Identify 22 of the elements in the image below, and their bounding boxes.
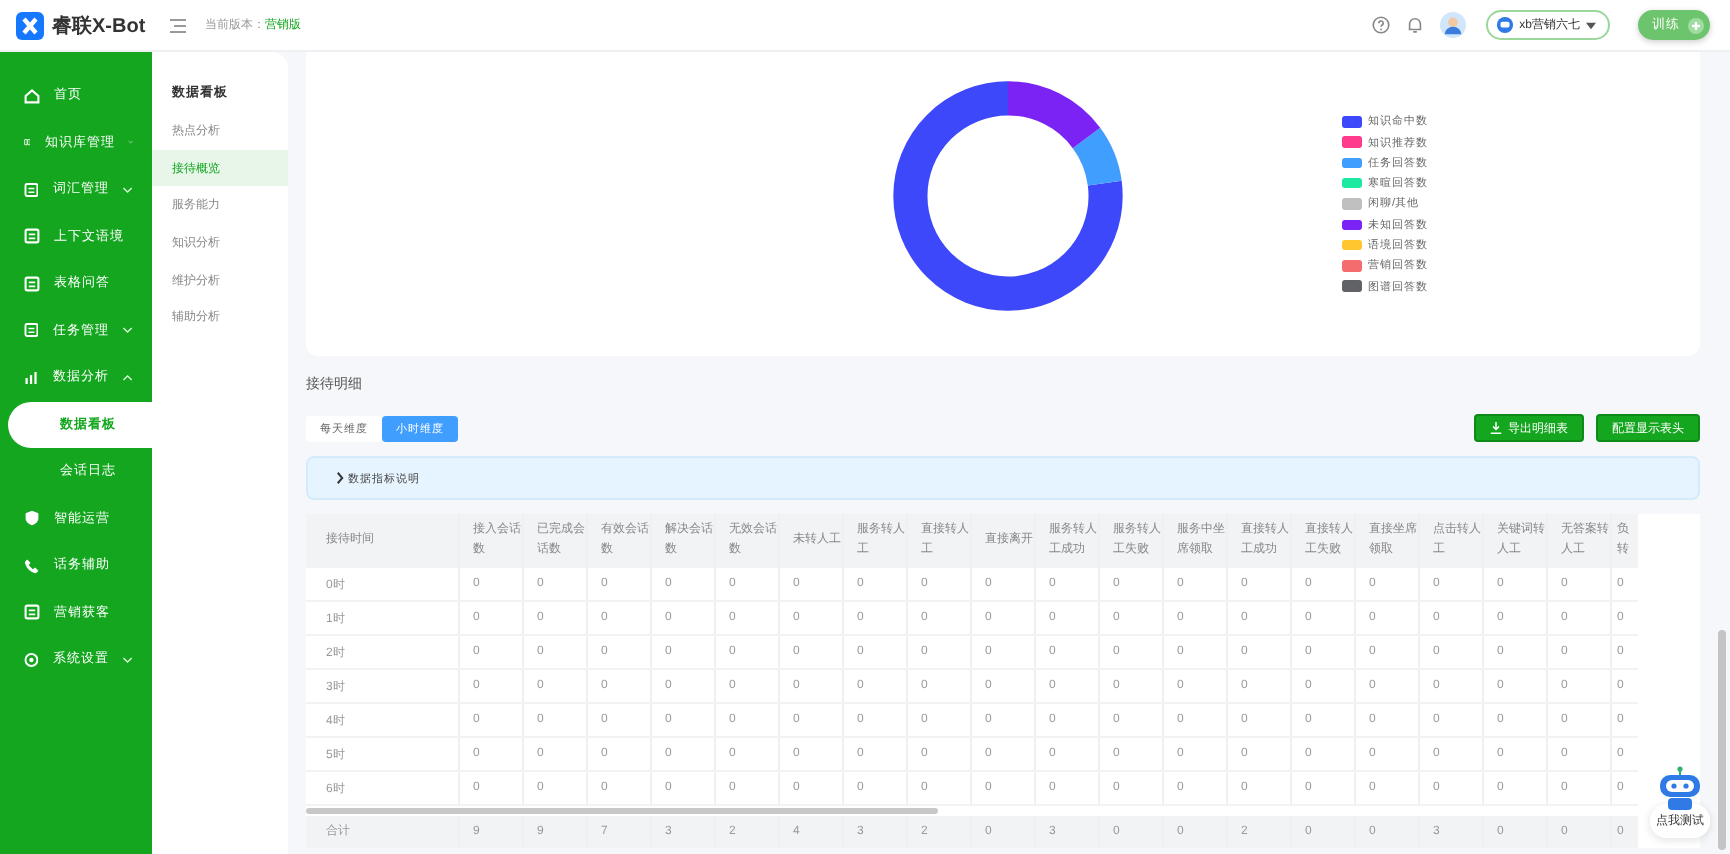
chevron-icon xyxy=(336,472,344,484)
download-icon xyxy=(1490,422,1502,434)
caret-icon xyxy=(1586,21,1596,29)
chart-icon xyxy=(24,369,39,386)
help-icon[interactable] xyxy=(1371,16,1390,34)
home-icon xyxy=(24,87,40,104)
chevron-icon xyxy=(122,655,134,664)
bell-icon[interactable] xyxy=(1405,16,1424,34)
app-title: 睿联X-Bot xyxy=(52,13,146,39)
vertical-scrollbar[interactable] xyxy=(1718,630,1726,850)
chevron-icon xyxy=(122,326,134,335)
chevron-icon xyxy=(122,185,134,194)
phone-icon xyxy=(24,557,40,574)
plus-icon xyxy=(1688,17,1704,33)
logo-icon xyxy=(16,11,44,39)
chevron-icon xyxy=(122,373,134,382)
horizontal-scrollbar[interactable] xyxy=(306,808,938,814)
robot-icon xyxy=(1495,16,1514,34)
shield-icon xyxy=(24,510,40,527)
avatar-icon[interactable] xyxy=(1439,12,1466,38)
gear-icon xyxy=(24,651,39,668)
menu-icon[interactable] xyxy=(169,17,186,33)
